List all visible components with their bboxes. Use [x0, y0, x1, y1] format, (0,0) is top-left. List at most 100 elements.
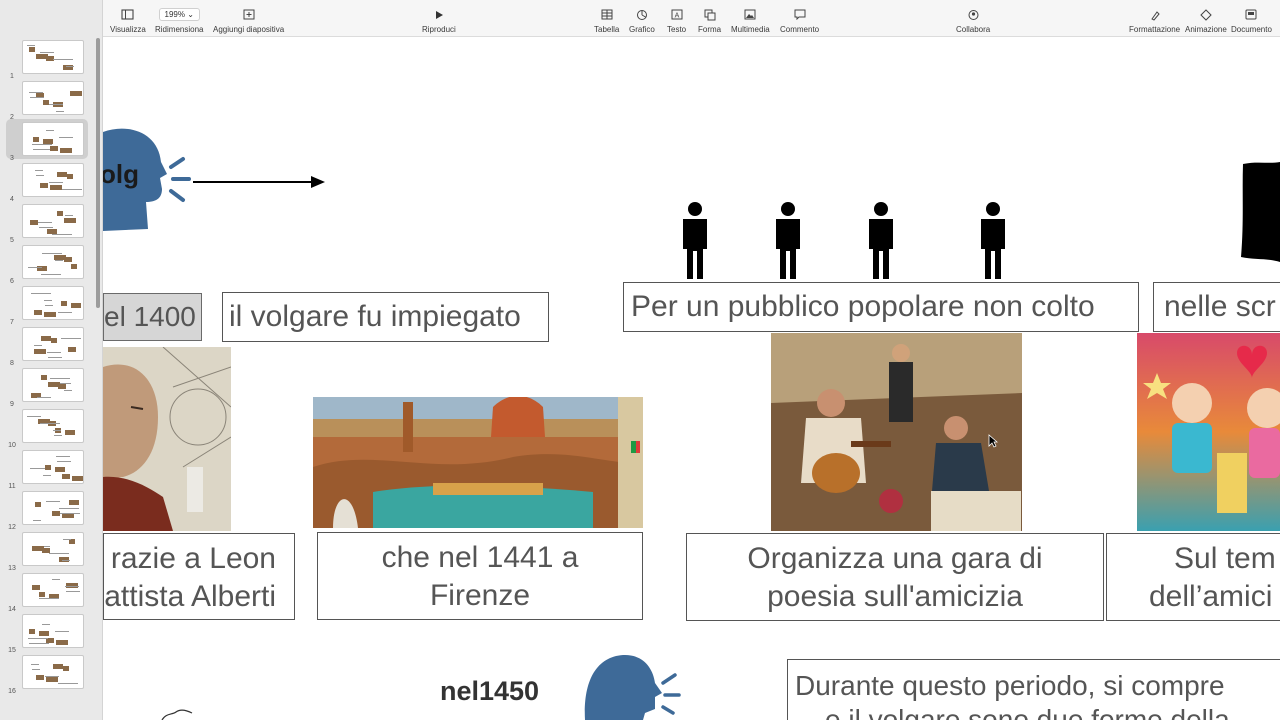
- comment-button[interactable]: Commento: [780, 8, 819, 34]
- text-icon: A: [671, 9, 683, 20]
- slide-number: 14: [8, 606, 16, 613]
- slide-thumbnail[interactable]: 13: [0, 532, 96, 572]
- person-icon: [776, 202, 800, 279]
- nel1450-label[interactable]: nel1450: [440, 676, 539, 707]
- volgare-text-box[interactable]: il volgare fu impiegato: [222, 292, 549, 342]
- slide-thumbnail[interactable]: 4: [0, 163, 96, 203]
- chart-label: Grafico: [629, 25, 655, 34]
- person-icon: [683, 202, 707, 279]
- chevron-down-icon: ⌄: [187, 10, 194, 19]
- person-icon: [981, 202, 1005, 279]
- slide-thumbnail[interactable]: 15: [0, 614, 96, 654]
- durante-text-line1: Durante questo periodo, si compre: [795, 670, 1225, 701]
- slide-thumbnail[interactable]: 11: [0, 450, 96, 490]
- slide-thumbnail[interactable]: 3: [0, 119, 96, 162]
- add-slide-icon: [243, 9, 255, 20]
- play-label: Riproduci: [422, 25, 456, 34]
- chart-button[interactable]: Grafico: [629, 8, 655, 34]
- slide-number: 3: [10, 155, 14, 162]
- slide-preview: [22, 245, 84, 279]
- slide-preview: [22, 409, 84, 443]
- format-button[interactable]: Formattazione: [1129, 8, 1180, 34]
- view-button[interactable]: Visualizza: [110, 8, 146, 34]
- slide-number: 13: [8, 565, 16, 572]
- shape-button[interactable]: Forma: [698, 8, 721, 34]
- speaking-head-icon: [584, 654, 681, 720]
- media-label: Multimedia: [731, 25, 770, 34]
- table-icon: [601, 9, 613, 20]
- slide-number: 4: [10, 196, 14, 203]
- collaborate-label: Collabora: [956, 25, 991, 34]
- collaborate-button[interactable]: Collabora: [956, 8, 990, 34]
- year-1400-box[interactable]: el 1400: [103, 293, 202, 341]
- firenze-text-line1: che nel 1441 a: [381, 541, 579, 574]
- slide-preview: [22, 40, 84, 74]
- add-slide-button[interactable]: Aggiungi diapositiva: [213, 8, 284, 34]
- map-outline-shape: [161, 709, 193, 720]
- slide-thumbnail[interactable]: 8: [0, 327, 96, 367]
- slide-thumbnail[interactable]: 7: [0, 286, 96, 326]
- slide-thumbnail[interactable]: 9: [0, 368, 96, 408]
- slide-number: 8: [10, 360, 14, 367]
- media-button[interactable]: Multimedia: [731, 8, 770, 34]
- view-icon: [121, 9, 134, 20]
- slide-number: 11: [8, 483, 16, 490]
- slide-canvas[interactable]: olg el 1400 il volgare fu impiegato Per …: [103, 37, 1280, 720]
- pubblico-text-box[interactable]: Per un pubblico popolare non colto: [623, 282, 1139, 332]
- document-label: Documento: [1231, 25, 1272, 34]
- slide-preview: [22, 450, 84, 484]
- slide-number: 5: [10, 237, 14, 244]
- tema-text-box[interactable]: Sul tem dell’amici: [1106, 533, 1280, 621]
- diamond-icon: [1200, 8, 1212, 21]
- animate-label: Animazione: [1185, 25, 1227, 34]
- slide-thumbnail[interactable]: 2: [0, 81, 96, 121]
- person-icon: [869, 202, 893, 279]
- play-button[interactable]: Riproduci: [422, 8, 456, 34]
- slide-preview: [22, 573, 84, 607]
- view-label: Visualizza: [110, 25, 146, 34]
- slide-preview: [22, 163, 84, 197]
- slide-preview: [22, 532, 84, 566]
- nelle-text-box[interactable]: nelle scr: [1153, 282, 1280, 332]
- slide-number: 10: [8, 442, 16, 449]
- flag-shape: [1241, 162, 1280, 262]
- alberti-text-line1: razie a Leon: [110, 542, 276, 575]
- alberti-portrait-image: [103, 347, 231, 531]
- gara-text-box[interactable]: Organizza una gara di poesia sull'amiciz…: [686, 533, 1104, 621]
- firenze-text-box[interactable]: che nel 1441 a Firenze: [317, 532, 643, 620]
- poetry-contest-image: [771, 333, 1022, 531]
- slide-thumbnail[interactable]: 1: [0, 40, 96, 80]
- gara-text-line1: Organizza una gara di: [747, 542, 1043, 575]
- slide-number: 15: [8, 647, 16, 654]
- alberti-text-box[interactable]: razie a Leon attista Alberti: [103, 533, 295, 620]
- comment-icon: [794, 9, 806, 20]
- slide-thumbnail[interactable]: 6: [0, 245, 96, 285]
- svg-text:A: A: [674, 13, 679, 20]
- slide-navigator: 1 2 3 4 5 6 7 8 9 10 11 12 13 14 15 16: [0, 0, 103, 720]
- slide-thumbnail[interactable]: 12: [0, 491, 96, 531]
- table-button[interactable]: Tabella: [594, 8, 619, 34]
- alberti-text-line2: attista Alberti: [104, 580, 276, 613]
- slide-thumbnail[interactable]: 16: [0, 655, 96, 695]
- slide-preview: [22, 81, 84, 115]
- document-button[interactable]: Documento: [1231, 8, 1272, 34]
- firenze-text-line2: Firenze: [429, 579, 531, 612]
- zoom-dropdown[interactable]: 199% ⌄ Ridimensiona: [155, 8, 203, 34]
- text-label: Testo: [667, 25, 687, 34]
- zoom-value: 199%: [164, 10, 185, 19]
- slide-preview: [22, 655, 84, 689]
- text-button[interactable]: A Testo: [667, 8, 686, 34]
- chart-icon: [636, 9, 647, 20]
- durante-text-box[interactable]: Durante questo periodo, si compre e il v…: [787, 659, 1280, 720]
- animate-button[interactable]: Animazione: [1185, 8, 1227, 34]
- slide-thumbnail[interactable]: 5: [0, 204, 96, 244]
- shape-icon: [704, 9, 716, 20]
- add-slide-label: Aggiungi diapositiva: [213, 25, 285, 34]
- collaborate-icon: [968, 9, 979, 20]
- slide-number: 12: [8, 524, 16, 531]
- slide-thumbnail[interactable]: 10: [0, 409, 96, 449]
- slide-thumbnail[interactable]: 14: [0, 573, 96, 613]
- slide-number: 9: [10, 401, 14, 408]
- comment-label: Commento: [780, 25, 820, 34]
- sidebar-scrollbar[interactable]: [96, 38, 100, 308]
